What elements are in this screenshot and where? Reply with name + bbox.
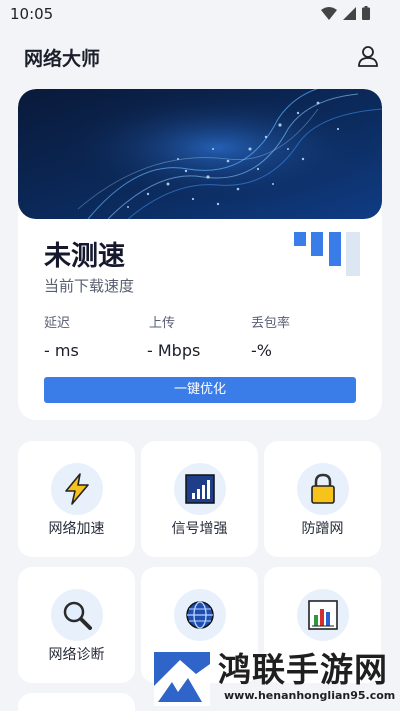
- speed-status: 未测速: [44, 241, 125, 272]
- lock-icon: [311, 473, 335, 504]
- user-profile-icon[interactable]: [356, 44, 380, 68]
- lightning-icon: [65, 473, 89, 505]
- packet-loss-label: 丢包率: [251, 316, 291, 331]
- battery-icon: [362, 6, 370, 20]
- latency-label: 延迟: [44, 316, 71, 331]
- signal-bars-icon: [294, 232, 360, 276]
- cell-signal-icon: [343, 6, 356, 20]
- magnifier-icon: [63, 601, 92, 630]
- app-header: 网络大师: [0, 28, 400, 84]
- tool-label: 网络加速: [48, 521, 105, 537]
- tool-tile-network-diagnosis[interactable]: 网络诊断: [18, 567, 135, 683]
- signal-boost-icon: [185, 474, 215, 504]
- network-banner-image: [18, 89, 382, 219]
- status-icons: [321, 6, 370, 20]
- tool-label: 防蹭网: [301, 521, 344, 537]
- wifi-icon: [321, 6, 337, 20]
- packet-loss-value: -%: [251, 341, 272, 360]
- app-title: 网络大师: [24, 48, 101, 70]
- one-click-optimize-button[interactable]: 一键优化: [44, 377, 356, 403]
- network-particles-graphic: [18, 89, 382, 219]
- status-bar: 10:05: [0, 0, 400, 28]
- tool-tile-signal-boost[interactable]: 信号增强: [141, 441, 258, 557]
- speed-test-card: 未测速 当前下载速度 延迟 上传 丢包率 - ms - Mbps -% 一键优化: [18, 89, 382, 420]
- tool-tile-partial[interactable]: [18, 693, 135, 711]
- watermark: 鸿联手游网 www.henanhonglian95.com: [150, 646, 400, 711]
- download-speed-label: 当前下载速度: [44, 277, 135, 295]
- latency-value: - ms: [44, 341, 79, 360]
- upload-value: - Mbps: [147, 341, 201, 360]
- bar-chart-icon: [308, 600, 338, 630]
- globe-icon: [186, 601, 214, 629]
- watermark-url: www.henanhonglian95.com: [224, 689, 396, 702]
- tool-tile-anti-leech[interactable]: 防蹭网: [264, 441, 381, 557]
- upload-label: 上传: [149, 316, 176, 331]
- status-time: 10:05: [10, 5, 54, 23]
- tool-tile-network-boost[interactable]: 网络加速: [18, 441, 135, 557]
- tool-label: 网络诊断: [48, 647, 105, 663]
- watermark-logo: [154, 652, 210, 706]
- watermark-title: 鸿联手游网: [218, 650, 388, 689]
- tool-label: 信号增强: [171, 521, 228, 537]
